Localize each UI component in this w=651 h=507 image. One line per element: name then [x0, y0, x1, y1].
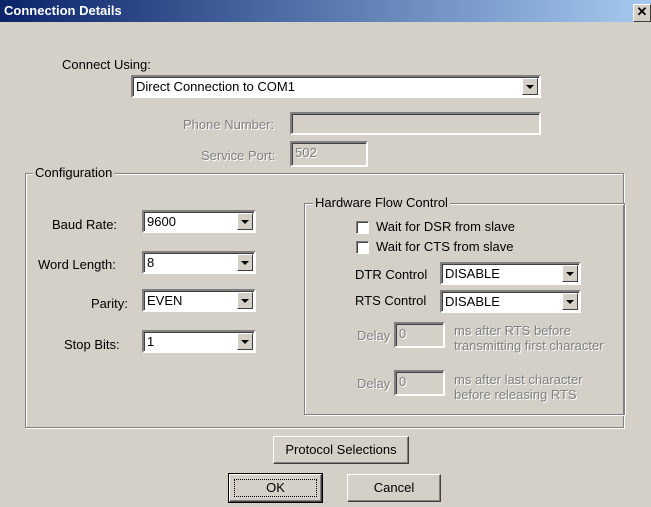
connect-using-combo[interactable]: Direct Connection to COM1 [131, 75, 541, 98]
delay1-field[interactable]: 0 [394, 322, 445, 348]
configuration-title: Configuration [33, 165, 115, 180]
window-title: Connection Details [4, 3, 122, 18]
parity-value: EVEN [147, 293, 183, 308]
chevron-down-icon[interactable] [562, 293, 578, 310]
delay2-desc-line2: before releasing RTS [454, 387, 577, 402]
ok-label: OK [266, 480, 285, 495]
chevron-down-icon[interactable] [237, 292, 253, 309]
protocol-selections-button[interactable]: Protocol Selections [273, 436, 409, 464]
phone-number-field[interactable] [290, 112, 541, 135]
rts-control-combo[interactable]: DISABLE [440, 290, 581, 313]
service-port-field[interactable]: 502 [290, 141, 368, 167]
stop-bits-label: Stop Bits: [64, 337, 120, 352]
delay2-value: 0 [399, 374, 407, 389]
delay1-desc-line2: transmitting first character [454, 338, 604, 353]
hardware-flow-title: Hardware Flow Control [313, 195, 450, 210]
word-length-label: Word Length: [38, 257, 116, 272]
chevron-down-icon[interactable] [522, 78, 538, 95]
stop-bits-value: 1 [147, 334, 155, 349]
dsr-label: Wait for DSR from slave [376, 219, 515, 234]
close-icon[interactable]: ✕ [633, 4, 651, 22]
delay1-value: 0 [399, 326, 407, 341]
stop-bits-combo[interactable]: 1 [142, 330, 256, 353]
cts-label: Wait for CTS from slave [376, 239, 514, 254]
service-port-label: Service Port: [201, 148, 276, 163]
baud-rate-value: 9600 [147, 214, 176, 229]
service-port-value: 502 [295, 145, 317, 160]
delay2-field[interactable]: 0 [394, 370, 445, 396]
connect-using-value: Direct Connection to COM1 [136, 79, 295, 94]
cts-checkbox[interactable] [356, 241, 369, 254]
title-bar: Connection Details ✕ [0, 0, 651, 22]
dtr-control-value: DISABLE [445, 266, 500, 281]
word-length-value: 8 [147, 255, 155, 270]
delay1-desc-line1: ms after RTS before [454, 323, 571, 338]
parity-label: Parity: [91, 296, 128, 311]
dtr-control-combo[interactable]: DISABLE [440, 262, 581, 285]
rts-control-value: DISABLE [445, 294, 500, 309]
phone-number-label: Phone Number: [183, 117, 275, 132]
chevron-down-icon[interactable] [237, 333, 253, 350]
rts-control-label: RTS Control [355, 293, 427, 308]
baud-rate-label: Baud Rate: [52, 217, 118, 232]
connect-using-label: Connect Using: [62, 57, 151, 72]
cancel-button[interactable]: Cancel [347, 474, 441, 502]
dsr-checkbox[interactable] [356, 221, 369, 234]
dtr-control-label: DTR Control [355, 267, 428, 282]
delay2-desc-line1: ms after last character [454, 372, 583, 387]
chevron-down-icon[interactable] [237, 254, 253, 271]
ok-button[interactable]: OK [228, 473, 323, 503]
parity-combo[interactable]: EVEN [142, 289, 256, 312]
baud-rate-combo[interactable]: 9600 [142, 210, 256, 233]
delay2-label: Delay [357, 376, 391, 391]
word-length-combo[interactable]: 8 [142, 251, 256, 274]
chevron-down-icon[interactable] [237, 213, 253, 230]
chevron-down-icon[interactable] [562, 265, 578, 282]
delay1-label: Delay [357, 328, 391, 343]
